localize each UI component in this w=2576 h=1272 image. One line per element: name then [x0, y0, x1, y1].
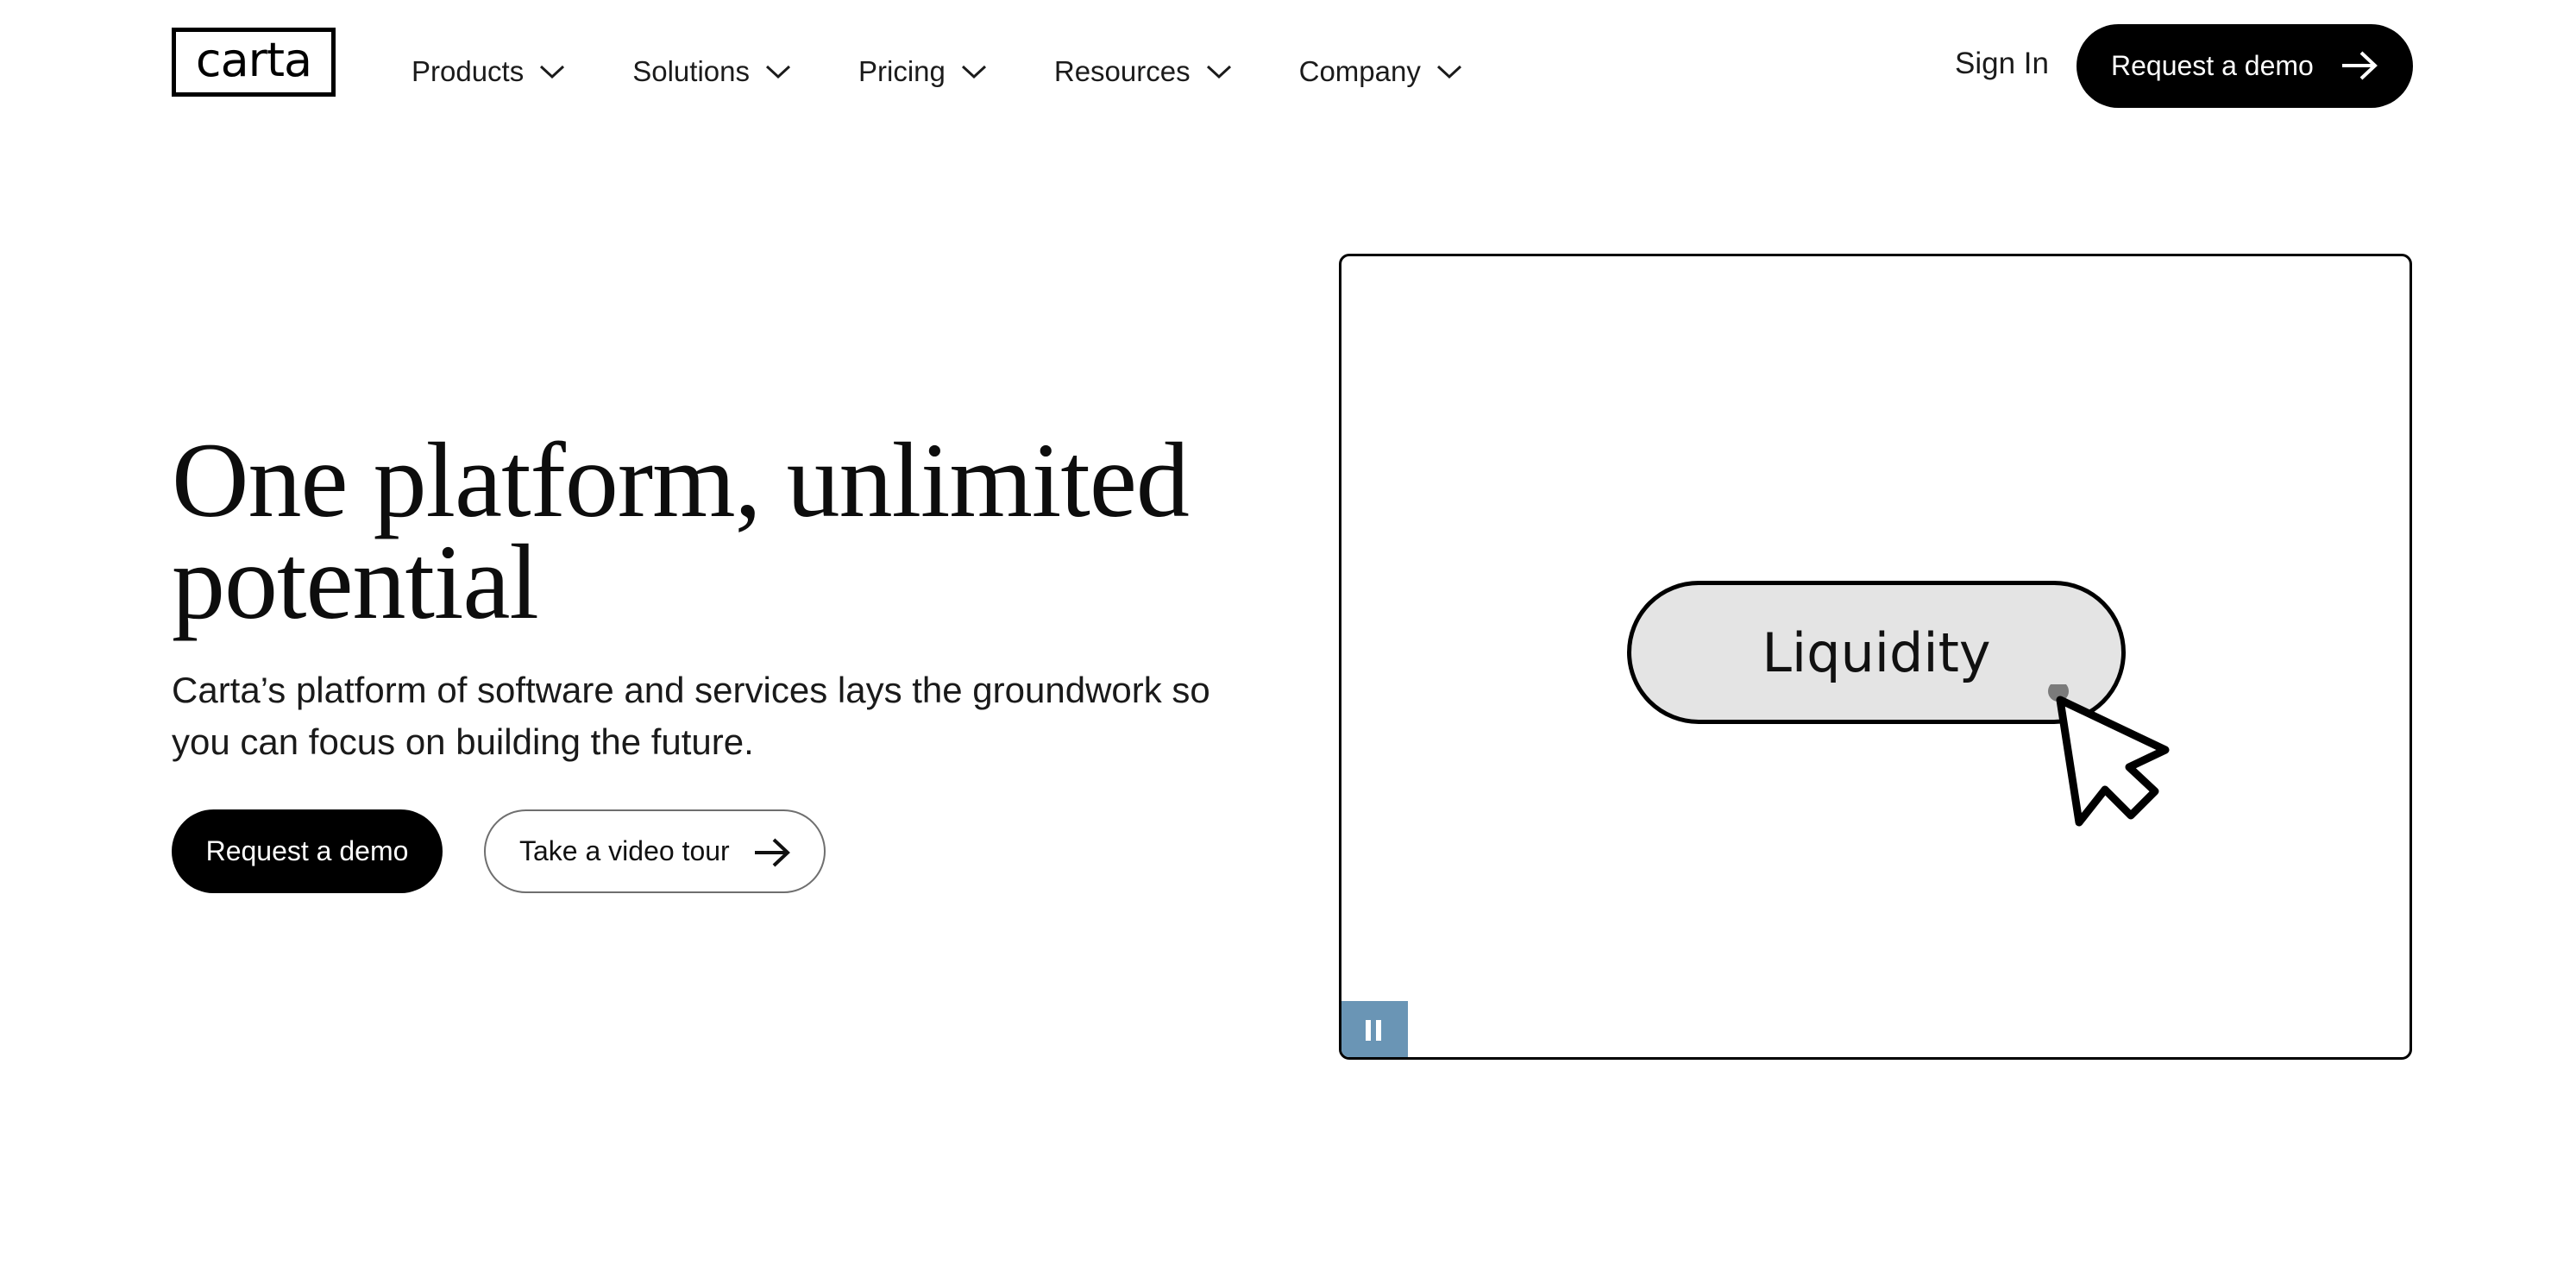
- nav-item-label: Pricing: [858, 55, 946, 87]
- nav-item-resources[interactable]: Resources: [1054, 50, 1299, 93]
- pause-button[interactable]: [1341, 1001, 1408, 1057]
- nav-item-label: Products: [412, 55, 525, 87]
- request-demo-label: Request a demo: [205, 835, 409, 866]
- request-demo-header-button[interactable]: Request a demo: [2077, 24, 2413, 108]
- logo-text: carta: [195, 32, 312, 87]
- nav-item-company[interactable]: Company: [1299, 50, 1530, 93]
- nav-item-label: Solutions: [632, 55, 750, 87]
- chevron-down-icon: [1206, 65, 1231, 79]
- request-demo-button[interactable]: Request a demo: [172, 809, 443, 893]
- chevron-down-icon: [1436, 65, 1461, 79]
- sign-in-link[interactable]: Sign In: [1955, 47, 2049, 81]
- liquidity-pill-label: Liquidity: [1762, 620, 1991, 684]
- main-nav: Products Solutions Pricing Resources Com…: [412, 50, 1530, 93]
- carta-logo[interactable]: carta: [172, 28, 336, 97]
- arrow-right-icon: [755, 838, 790, 867]
- nav-item-label: Company: [1298, 55, 1421, 87]
- mouse-pointer-icon: [2048, 684, 2170, 827]
- request-demo-header-label: Request a demo: [2111, 50, 2314, 81]
- hero-title: One platform, unlimited potential: [172, 421, 1190, 641]
- nav-item-label: Resources: [1053, 55, 1191, 87]
- hero-subtitle: Carta’s platform of software and service…: [172, 670, 1210, 762]
- chevron-down-icon: [765, 65, 791, 79]
- nav-item-solutions[interactable]: Solutions: [632, 50, 858, 93]
- arrow-right-icon: [2342, 51, 2378, 80]
- video-tour-button[interactable]: Take a video tour: [484, 809, 826, 893]
- chevron-down-icon: [540, 65, 565, 79]
- nav-item-pricing[interactable]: Pricing: [858, 50, 1054, 93]
- chevron-down-icon: [961, 65, 986, 79]
- nav-item-products[interactable]: Products: [412, 50, 632, 93]
- pause-icon: [1366, 1020, 1381, 1041]
- video-tour-label: Take a video tour: [519, 835, 730, 866]
- hero-animation: Liquidity: [1339, 254, 2412, 1060]
